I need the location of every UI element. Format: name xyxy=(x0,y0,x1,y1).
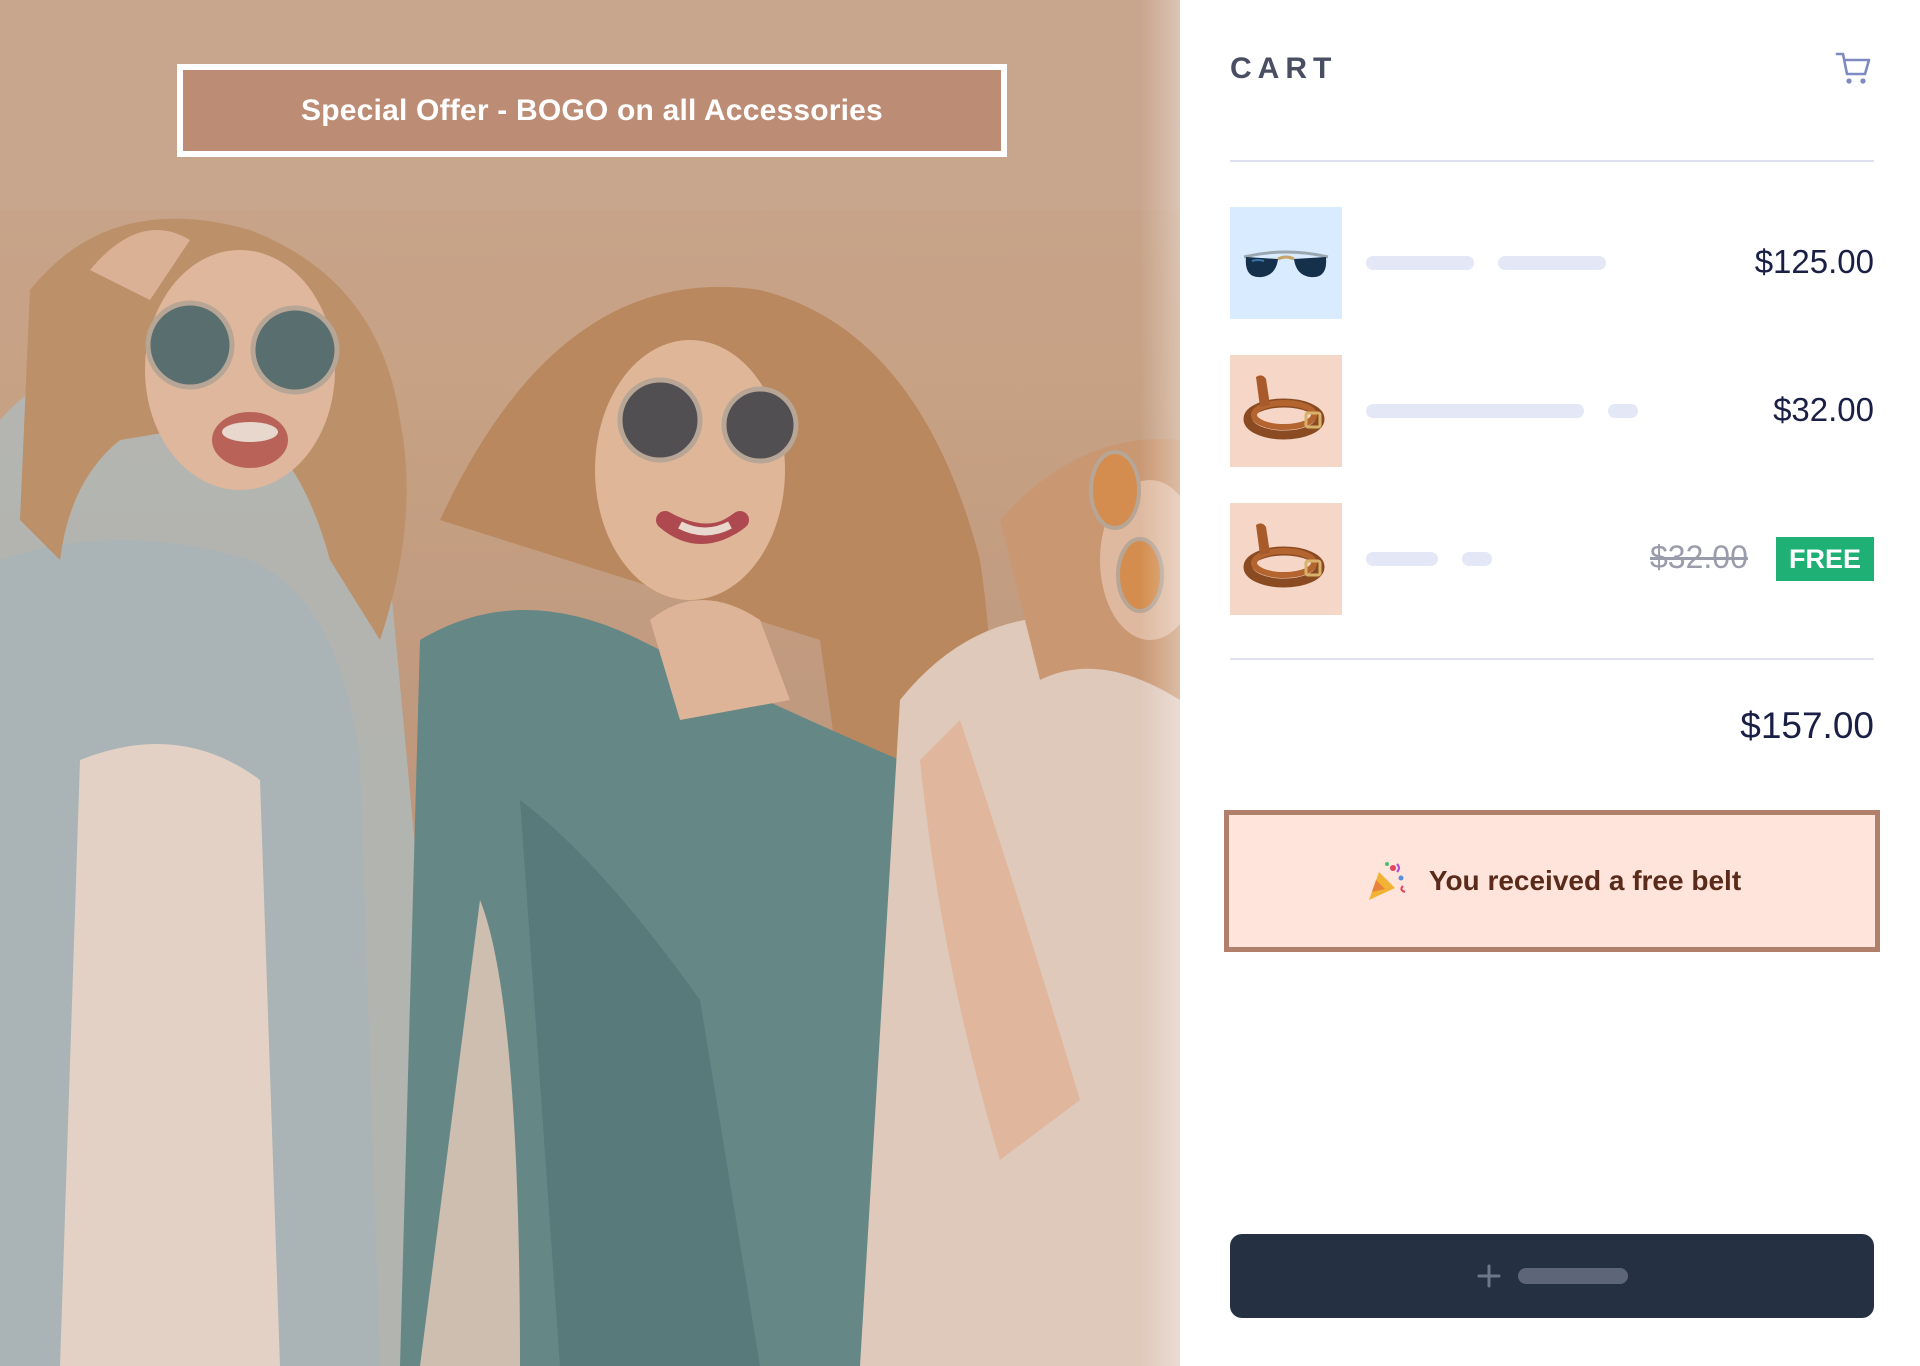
cart-divider-top xyxy=(1230,160,1874,162)
item-original-price: $32.00 xyxy=(1650,539,1748,575)
plus-icon xyxy=(1477,1264,1501,1288)
cart-icon[interactable] xyxy=(1834,48,1874,88)
item-name-placeholder xyxy=(1366,552,1438,566)
free-badge: FREE xyxy=(1776,537,1874,581)
promo-hero-image: Special Offer - BOGO on all Accessories xyxy=(0,0,1180,1366)
item-detail-placeholder xyxy=(1462,552,1492,566)
item-thumbnail-sunglasses xyxy=(1230,207,1342,319)
item-detail-placeholder xyxy=(1608,404,1638,418)
item-thumbnail-belt xyxy=(1230,503,1342,615)
item-price: $125.00 xyxy=(1754,243,1874,280)
cart-item[interactable]: $32.00 xyxy=(1230,355,1874,467)
free-gift-notice: You received a free belt xyxy=(1224,810,1880,952)
item-name-placeholder xyxy=(1366,404,1584,418)
cart-panel: CART $125.00 $32.00 $32.00 FREE $157.00 … xyxy=(1180,0,1920,1366)
party-popper-icon xyxy=(1368,862,1406,900)
cart-title: CART xyxy=(1230,52,1338,85)
cart-total: $157.00 xyxy=(1740,705,1874,746)
belt-icon xyxy=(1243,523,1325,588)
special-offer-banner: Special Offer - BOGO on all Accessories xyxy=(177,64,1007,157)
cart-item[interactable]: $32.00 FREE xyxy=(1230,503,1874,615)
cart-item[interactable]: $125.00 xyxy=(1230,207,1874,319)
item-price: $32.00 xyxy=(1773,391,1874,428)
models-photo xyxy=(0,0,1180,1366)
item-detail-placeholder xyxy=(1498,256,1606,270)
add-to-cart-button[interactable] xyxy=(1230,1234,1874,1318)
button-label-placeholder xyxy=(1518,1268,1628,1284)
item-thumbnail-belt xyxy=(1230,355,1342,467)
free-gift-notice-text: You received a free belt xyxy=(1428,865,1742,896)
cart-divider-bottom xyxy=(1230,658,1874,660)
belt-icon xyxy=(1243,375,1325,440)
sunglasses-icon xyxy=(1243,250,1329,278)
item-name-placeholder xyxy=(1366,256,1474,270)
